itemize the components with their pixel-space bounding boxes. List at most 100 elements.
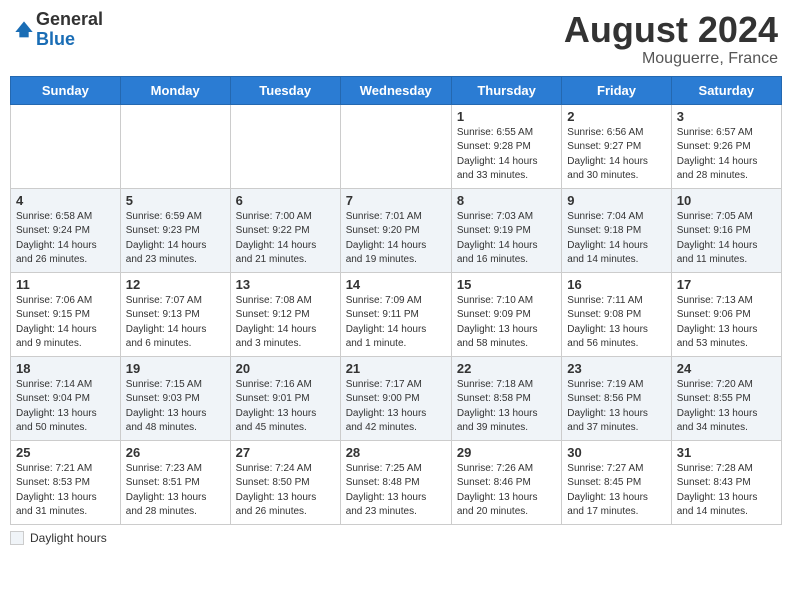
footer-note: Daylight hours	[10, 531, 782, 545]
day-info: Sunrise: 7:06 AM Sunset: 9:15 PM Dayligh…	[16, 294, 115, 352]
day-number: 4	[16, 193, 115, 208]
calendar-header-row: SundayMondayTuesdayWednesdayThursdayFrid…	[11, 76, 782, 104]
day-number: 7	[346, 193, 446, 208]
calendar-cell: 31Sunrise: 7:28 AM Sunset: 8:43 PM Dayli…	[671, 440, 781, 524]
day-number: 25	[16, 445, 115, 460]
day-info: Sunrise: 7:17 AM Sunset: 9:00 PM Dayligh…	[346, 378, 446, 436]
calendar-cell: 3 Sunrise: 6:57 AM Sunset: 9:26 PM Daylig…	[671, 104, 781, 188]
logo-general-text: General	[36, 10, 103, 30]
calendar-cell: 30 Sunrise: 7:27 AM Sunset: 8:45 PM Dayli…	[562, 440, 671, 524]
day-number: 30	[567, 445, 665, 460]
calendar-cell: 2 Sunrise: 6:56 AM Sunset: 9:27 PM Daylig…	[562, 104, 671, 188]
day-info: Sunrise: 7:25 AM Sunset: 8:48 PM Dayligh…	[346, 462, 446, 520]
day-number: 23	[567, 361, 665, 376]
col-header-saturday: Saturday	[671, 76, 781, 104]
header: General Blue August 2024 Mouguerre, Fran…	[10, 10, 782, 68]
logo-icon	[14, 20, 34, 40]
col-header-thursday: Thursday	[451, 76, 561, 104]
logo: General Blue	[14, 10, 103, 50]
calendar-cell: 22Sunrise: 7:18 AM Sunset: 8:58 PM Dayli…	[451, 356, 561, 440]
calendar-cell	[120, 104, 230, 188]
calendar-cell: 6 Sunrise: 7:00 AM Sunset: 9:22 PM Daylig…	[230, 188, 340, 272]
col-header-tuesday: Tuesday	[230, 76, 340, 104]
calendar-cell: 9 Sunrise: 7:04 AM Sunset: 9:18 PM Daylig…	[562, 188, 671, 272]
day-number: 9	[567, 193, 665, 208]
col-header-wednesday: Wednesday	[340, 76, 451, 104]
day-info: Sunrise: 6:56 AM Sunset: 9:27 PM Dayligh…	[567, 126, 665, 184]
day-info: Sunrise: 6:57 AM Sunset: 9:26 PM Dayligh…	[677, 126, 776, 184]
col-header-friday: Friday	[562, 76, 671, 104]
calendar-cell: 16Sunrise: 7:11 AM Sunset: 9:08 PM Dayli…	[562, 272, 671, 356]
day-info: Sunrise: 7:15 AM Sunset: 9:03 PM Dayligh…	[126, 378, 225, 436]
day-info: Sunrise: 7:11 AM Sunset: 9:08 PM Dayligh…	[567, 294, 665, 352]
calendar-cell	[340, 104, 451, 188]
day-number: 15	[457, 277, 556, 292]
day-number: 18	[16, 361, 115, 376]
day-number: 5	[126, 193, 225, 208]
col-header-sunday: Sunday	[11, 76, 121, 104]
day-number: 20	[236, 361, 335, 376]
day-number: 31	[677, 445, 776, 460]
calendar-week-4: 18 Sunrise: 7:14 AM Sunset: 9:04 PM Dayli…	[11, 356, 782, 440]
calendar-week-1: 1Sunrise: 6:55 AM Sunset: 9:28 PM Daylig…	[11, 104, 782, 188]
location: Mouguerre, France	[564, 50, 778, 68]
calendar-week-5: 25 Sunrise: 7:21 AM Sunset: 8:53 PM Dayli…	[11, 440, 782, 524]
calendar-cell: 7Sunrise: 7:01 AM Sunset: 9:20 PM Daylig…	[340, 188, 451, 272]
day-info: Sunrise: 7:23 AM Sunset: 8:51 PM Dayligh…	[126, 462, 225, 520]
day-number: 24	[677, 361, 776, 376]
calendar-cell: 24 Sunrise: 7:20 AM Sunset: 8:55 PM Dayli…	[671, 356, 781, 440]
calendar-cell: 25 Sunrise: 7:21 AM Sunset: 8:53 PM Dayli…	[11, 440, 121, 524]
day-number: 28	[346, 445, 446, 460]
calendar-cell: 11 Sunrise: 7:06 AM Sunset: 9:15 PM Dayli…	[11, 272, 121, 356]
calendar-cell: 21 Sunrise: 7:17 AM Sunset: 9:00 PM Dayli…	[340, 356, 451, 440]
title-block: August 2024 Mouguerre, France	[564, 10, 778, 68]
day-number: 27	[236, 445, 335, 460]
day-number: 21	[346, 361, 446, 376]
calendar-week-2: 4Sunrise: 6:58 AM Sunset: 9:24 PM Daylig…	[11, 188, 782, 272]
month-year: August 2024	[564, 10, 778, 50]
day-number: 13	[236, 277, 335, 292]
calendar-cell: 8Sunrise: 7:03 AM Sunset: 9:19 PM Daylig…	[451, 188, 561, 272]
day-info: Sunrise: 7:19 AM Sunset: 8:56 PM Dayligh…	[567, 378, 665, 436]
day-info: Sunrise: 7:27 AM Sunset: 8:45 PM Dayligh…	[567, 462, 665, 520]
day-number: 22	[457, 361, 556, 376]
day-number: 11	[16, 277, 115, 292]
calendar-cell: 23 Sunrise: 7:19 AM Sunset: 8:56 PM Dayli…	[562, 356, 671, 440]
calendar-cell: 27Sunrise: 7:24 AM Sunset: 8:50 PM Dayli…	[230, 440, 340, 524]
calendar-cell: 14Sunrise: 7:09 AM Sunset: 9:11 PM Dayli…	[340, 272, 451, 356]
calendar-cell: 5Sunrise: 6:59 AM Sunset: 9:23 PM Daylig…	[120, 188, 230, 272]
day-info: Sunrise: 7:08 AM Sunset: 9:12 PM Dayligh…	[236, 294, 335, 352]
day-number: 17	[677, 277, 776, 292]
day-info: Sunrise: 7:13 AM Sunset: 9:06 PM Dayligh…	[677, 294, 776, 352]
day-info: Sunrise: 7:05 AM Sunset: 9:16 PM Dayligh…	[677, 210, 776, 268]
calendar-cell: 18 Sunrise: 7:14 AM Sunset: 9:04 PM Dayli…	[11, 356, 121, 440]
calendar-cell: 10 Sunrise: 7:05 AM Sunset: 9:16 PM Dayli…	[671, 188, 781, 272]
daylight-box	[10, 531, 24, 545]
day-number: 1	[457, 109, 556, 124]
col-header-monday: Monday	[120, 76, 230, 104]
day-info: Sunrise: 7:04 AM Sunset: 9:18 PM Dayligh…	[567, 210, 665, 268]
calendar-cell	[11, 104, 121, 188]
day-number: 3	[677, 109, 776, 124]
calendar-cell: 12Sunrise: 7:07 AM Sunset: 9:13 PM Dayli…	[120, 272, 230, 356]
day-number: 29	[457, 445, 556, 460]
day-number: 19	[126, 361, 225, 376]
calendar-cell: 20 Sunrise: 7:16 AM Sunset: 9:01 PM Dayli…	[230, 356, 340, 440]
day-number: 10	[677, 193, 776, 208]
day-info: Sunrise: 7:14 AM Sunset: 9:04 PM Dayligh…	[16, 378, 115, 436]
day-info: Sunrise: 7:16 AM Sunset: 9:01 PM Dayligh…	[236, 378, 335, 436]
calendar-cell: 26Sunrise: 7:23 AM Sunset: 8:51 PM Dayli…	[120, 440, 230, 524]
calendar-week-3: 11 Sunrise: 7:06 AM Sunset: 9:15 PM Dayli…	[11, 272, 782, 356]
calendar-cell	[230, 104, 340, 188]
calendar-table: SundayMondayTuesdayWednesdayThursdayFrid…	[10, 76, 782, 525]
day-info: Sunrise: 7:03 AM Sunset: 9:19 PM Dayligh…	[457, 210, 556, 268]
day-info: Sunrise: 7:21 AM Sunset: 8:53 PM Dayligh…	[16, 462, 115, 520]
day-info: Sunrise: 7:10 AM Sunset: 9:09 PM Dayligh…	[457, 294, 556, 352]
day-number: 6	[236, 193, 335, 208]
daylight-label: Daylight hours	[30, 531, 107, 545]
day-number: 12	[126, 277, 225, 292]
day-number: 2	[567, 109, 665, 124]
day-info: Sunrise: 7:20 AM Sunset: 8:55 PM Dayligh…	[677, 378, 776, 436]
calendar-cell: 1Sunrise: 6:55 AM Sunset: 9:28 PM Daylig…	[451, 104, 561, 188]
day-info: Sunrise: 7:00 AM Sunset: 9:22 PM Dayligh…	[236, 210, 335, 268]
